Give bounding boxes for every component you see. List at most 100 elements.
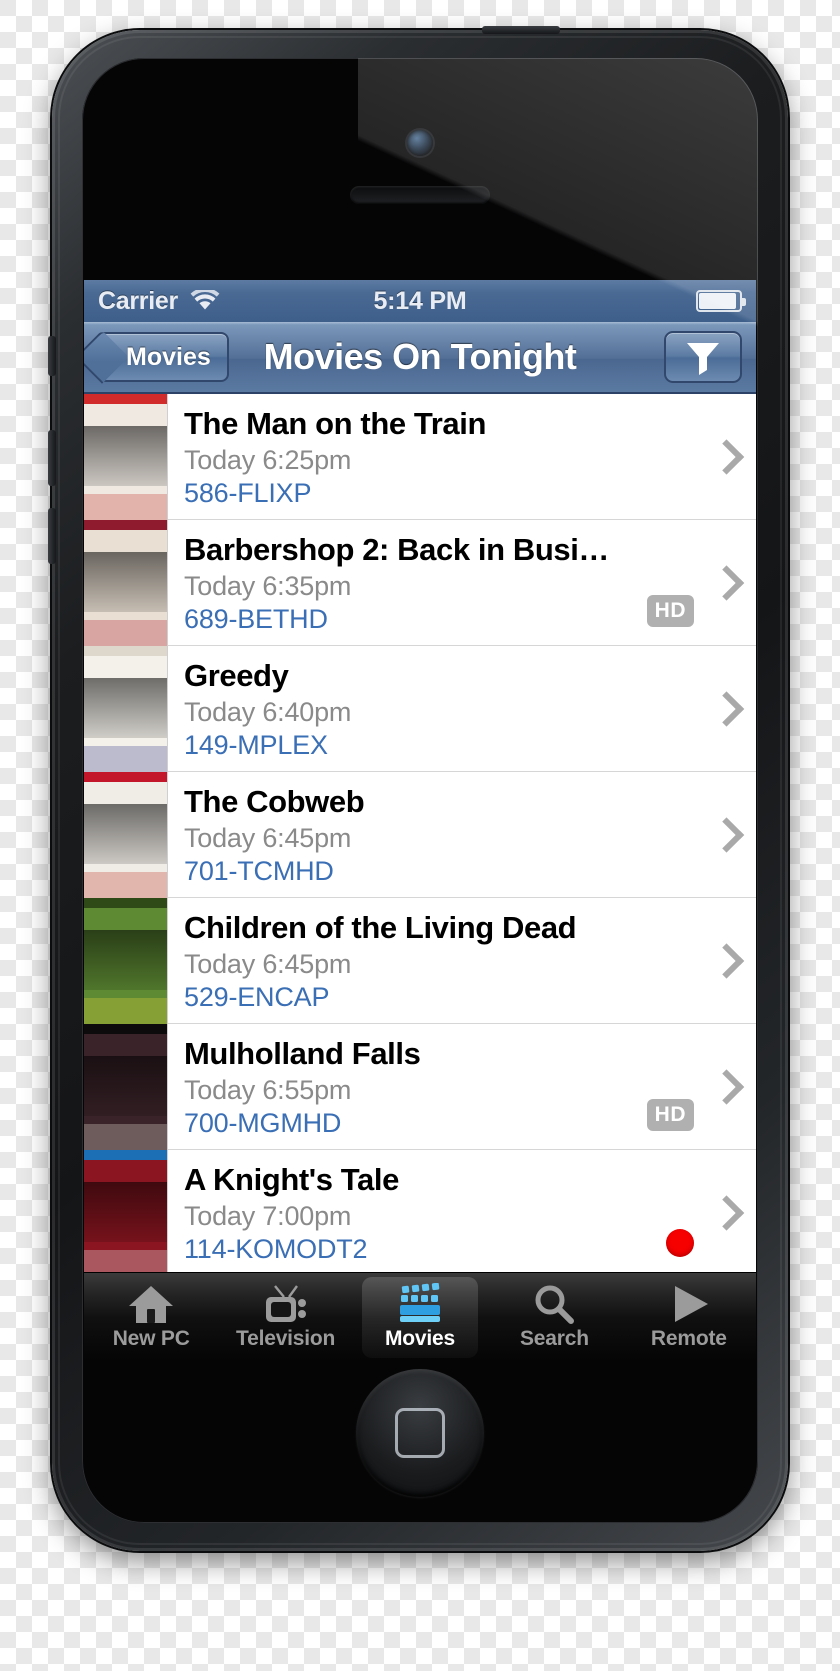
chevron-right-icon [708, 818, 742, 852]
movie-poster-thumbnail [84, 898, 168, 1024]
front-camera [407, 130, 433, 156]
row-accessories [666, 1150, 756, 1272]
volume-up-button[interactable] [48, 430, 56, 486]
hd-badge: HD [646, 595, 694, 627]
status-clock: 5:14 PM [373, 286, 467, 315]
movie-title: Barbershop 2: Back in Busi… [184, 532, 610, 567]
chevron-right-icon [708, 1070, 742, 1104]
airing-time: Today 6:45pm [184, 822, 352, 853]
tab-movies[interactable]: Movies [353, 1273, 487, 1360]
chevron-right-icon [708, 692, 742, 726]
movie-poster-thumbnail [84, 1024, 168, 1150]
table-row[interactable]: Greedy Today 6:40pm 149-MPLEX [84, 646, 756, 772]
tab-label: Movies [385, 1326, 456, 1350]
chevron-right-icon [708, 944, 742, 978]
row-accessories [708, 772, 756, 897]
movie-poster-thumbnail [84, 1150, 168, 1272]
play-icon [665, 1283, 713, 1325]
navigation-bar: Movies Movies On Tonight [84, 322, 756, 394]
channel-label: 701-TCMHD [184, 855, 334, 886]
tab-search[interactable]: Search [487, 1273, 621, 1360]
app-screen: Carrier 5:14 PM Movies Movies On Tonight [84, 280, 756, 1360]
listing-text-block: A Knight's Tale Today 7:00pm 114-KOMODT2 [168, 1150, 708, 1272]
home-icon [127, 1283, 175, 1325]
home-button[interactable] [356, 1369, 484, 1497]
device-front-face: Carrier 5:14 PM Movies Movies On Tonight [82, 58, 758, 1523]
iphone-device: Carrier 5:14 PM Movies Movies On Tonight [48, 26, 788, 1551]
tab-new-pc[interactable]: New PC [84, 1273, 218, 1360]
channel-label: 586-FLIXP [184, 477, 312, 508]
airing-time: Today 6:55pm [184, 1074, 352, 1105]
search-icon [530, 1283, 578, 1325]
row-accessories: HD [646, 1024, 756, 1149]
tab-label: Search [519, 1326, 589, 1350]
ring-silent-switch[interactable] [48, 336, 56, 376]
channel-label: 700-MGMHD [184, 1107, 342, 1138]
tv-icon [262, 1283, 310, 1325]
row-badges [666, 1229, 694, 1257]
wifi-icon [190, 290, 220, 312]
page-title: Movies On Tonight [263, 336, 577, 377]
earpiece-speaker [350, 186, 490, 204]
listing-text-block: Barbershop 2: Back in Busi… Today 6:35pm… [168, 520, 708, 645]
volume-down-button[interactable] [48, 508, 56, 564]
airing-time: Today 6:35pm [184, 570, 352, 601]
movie-title: Children of the Living Dead [184, 910, 577, 945]
movie-title: Mulholland Falls [184, 1036, 421, 1071]
channel-label: 689-BETHD [184, 603, 328, 634]
power-button[interactable] [482, 26, 560, 34]
tab-label: Television [236, 1326, 336, 1350]
row-accessories: HD [646, 520, 756, 645]
listing-text-block: The Cobweb Today 6:45pm 701-TCMHD [168, 772, 708, 897]
row-accessories [708, 394, 756, 519]
movie-listings-list[interactable]: The Man on the Train Today 6:25pm 586-FL… [84, 394, 756, 1272]
movie-poster-thumbnail [84, 394, 168, 520]
row-badges: HD [646, 1099, 694, 1131]
tab-label: Remote [650, 1326, 727, 1350]
chevron-right-icon [708, 1196, 742, 1230]
back-button-label: Movies [126, 342, 211, 371]
table-row[interactable]: A Knight's Tale Today 7:00pm 114-KOMODT2 [84, 1150, 756, 1272]
funnel-filter-icon [684, 339, 722, 375]
listing-text-block: Children of the Living Dead Today 6:45pm… [168, 898, 708, 1023]
airing-time: Today 6:45pm [184, 948, 352, 979]
airing-time: Today 6:25pm [184, 444, 352, 475]
channel-label: 149-MPLEX [184, 729, 328, 760]
channel-label: 114-KOMODT2 [184, 1233, 368, 1264]
home-button-square [395, 1408, 445, 1458]
clapboard-icon [396, 1282, 444, 1325]
filter-button[interactable] [664, 331, 742, 383]
tab-label: New PC [112, 1326, 190, 1350]
status-bar: Carrier 5:14 PM [84, 280, 756, 322]
channel-label: 529-ENCAP [184, 981, 330, 1012]
movie-title: A Knight's Tale [184, 1162, 399, 1197]
chevron-right-icon [708, 566, 742, 600]
row-accessories [708, 646, 756, 771]
table-row[interactable]: The Cobweb Today 6:45pm 701-TCMHD [84, 772, 756, 898]
movie-title: The Cobweb [184, 784, 365, 819]
movie-title: Greedy [184, 658, 289, 693]
movie-poster-thumbnail [84, 646, 168, 772]
tab-remote[interactable]: Remote [622, 1273, 756, 1360]
table-row[interactable]: The Man on the Train Today 6:25pm 586-FL… [84, 394, 756, 520]
chevron-right-icon [708, 440, 742, 474]
hd-badge: HD [646, 1099, 694, 1131]
carrier-label: Carrier [98, 286, 178, 315]
table-row[interactable]: Children of the Living Dead Today 6:45pm… [84, 898, 756, 1024]
listing-text-block: The Man on the Train Today 6:25pm 586-FL… [168, 394, 708, 519]
listing-text-block: Mulholland Falls Today 6:55pm 700-MGMHD [168, 1024, 708, 1149]
movie-poster-thumbnail [84, 520, 168, 646]
movie-title: The Man on the Train [184, 406, 487, 441]
airing-time: Today 7:00pm [184, 1200, 352, 1231]
airing-time: Today 6:40pm [184, 696, 352, 727]
tab-bar[interactable]: New PC Television Movies Search Remote [84, 1272, 756, 1360]
movie-poster-thumbnail [84, 772, 168, 898]
recording-indicator-icon [666, 1229, 694, 1257]
back-button[interactable]: Movies [98, 332, 229, 382]
tab-television[interactable]: Television [218, 1273, 352, 1360]
listing-text-block: Greedy Today 6:40pm 149-MPLEX [168, 646, 708, 771]
row-accessories [708, 898, 756, 1023]
table-row[interactable]: Mulholland Falls Today 6:55pm 700-MGMHD … [84, 1024, 756, 1150]
table-row[interactable]: Barbershop 2: Back in Busi… Today 6:35pm… [84, 520, 756, 646]
battery-icon [696, 290, 746, 312]
